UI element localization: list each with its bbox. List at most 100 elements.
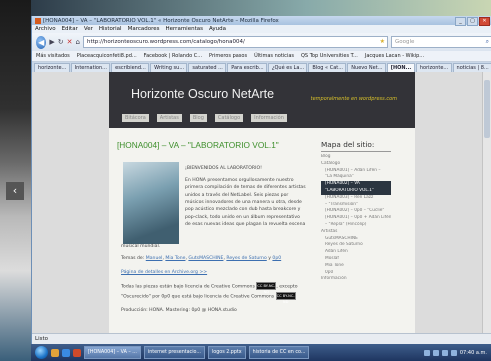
artist-link[interactable]: Manuel <box>146 256 163 261</box>
taskbar-buttons: [HONA004] – VA – ... internet presentacio… <box>84 346 310 359</box>
sidebar-item[interactable]: Mia Tone <box>321 263 391 270</box>
site-nav-informacion[interactable]: Información <box>251 114 287 122</box>
bookmark-item[interactable]: Jacques Lacan - Wikip... <box>365 53 424 59</box>
clock[interactable]: 07:40 a.m. <box>460 350 487 356</box>
bookmark-item[interactable]: Placeacquiconfeti8.pd... <box>77 53 137 59</box>
post-title[interactable]: [HONA004] – VA – "LABORATORIO VOL.1" <box>117 140 307 150</box>
bookmark-item[interactable]: Primeros pasos <box>209 53 247 59</box>
taskbar-button[interactable]: logos 2.pptx <box>207 346 246 359</box>
post-welcome: ¡BIENVENIDOS AL LABORATORIO! <box>185 166 262 171</box>
volume-icon[interactable] <box>450 349 457 356</box>
sidebar-item[interactable]: Blog <box>321 154 391 161</box>
status-bar: Listo <box>32 333 491 344</box>
sidebar-item[interactable]: Reyes de Saturno <box>321 242 391 249</box>
license-text-1-end: , excepto <box>276 284 298 290</box>
navigation-toolbar: ◀ ▶ ↻ ✕ ⌂ http://horizonteoscuro.wordpre… <box>32 33 491 51</box>
tray-icon[interactable] <box>423 349 430 356</box>
bookmarks-toolbar: Más visitados Placeacquiconfeti8.pd... F… <box>32 51 491 62</box>
site-title[interactable]: Horizonte Oscuro NetArte <box>131 87 274 101</box>
sidebar-item[interactable]: Artistas <box>321 229 391 236</box>
site-nav: Bitácora Artistas Blog Catálogo Informac… <box>122 114 287 122</box>
sidebar-item[interactable]: – "Repla" (Hincólip) <box>321 222 391 229</box>
desktop-wallpaper-top <box>31 0 491 16</box>
maximize-button[interactable]: ▢ <box>467 17 478 26</box>
site-container: Horizonte Oscuro NetArte temporalmente e… <box>109 72 415 334</box>
sidebar-item[interactable]: Moslaf <box>321 256 391 263</box>
start-button[interactable] <box>35 346 48 359</box>
scrollbar-thumb[interactable] <box>484 80 490 138</box>
license-text-2: "Oscurecido" por 0p0 que está bajo licen… <box>121 294 275 300</box>
artist-link[interactable]: Reyes de Saturno <box>226 256 266 261</box>
site-nav-bitacora[interactable]: Bitácora <box>122 114 149 122</box>
artist-link[interactable]: Mia Tone <box>165 256 185 261</box>
sidebar-item[interactable]: [HONA001] – 0p0 + Adán Lifén <box>321 215 391 222</box>
sidebar: Mapa del sitio: Blog Catálogo [HONA001] – … <box>321 140 391 283</box>
address-bar[interactable]: http://horizonteoscuro.wordpress.com/cat… <box>83 36 388 48</box>
cc-license-badge[interactable]: CC BY-NC-ND <box>256 282 277 294</box>
bookmark-item[interactable]: Más visitados <box>36 53 70 59</box>
site-nav-catalogo[interactable]: Catálogo <box>214 114 244 122</box>
sidebar-item[interactable]: [HONA001] – Adán Lifén – <box>321 168 391 175</box>
artist-link[interactable]: 0p0 <box>272 256 281 261</box>
menu-herramientas[interactable]: Herramientas <box>166 26 203 32</box>
bookmark-star-icon[interactable]: ★ <box>380 37 385 47</box>
album-cover-image[interactable] <box>123 162 179 244</box>
network-icon[interactable] <box>441 349 448 356</box>
taskbar-button[interactable]: internet presentacio... <box>143 346 205 359</box>
sidebar-item[interactable]: [HONA002] – 0p0 – "Cuclie" <box>321 208 391 215</box>
window-titlebar: [HONA004] – VA – "LABORATORIO VOL.1" « H… <box>32 16 491 26</box>
tray-icon[interactable] <box>432 349 439 356</box>
sidebar-item[interactable]: "LABORATORIO VOL.1" <box>321 187 391 195</box>
quicklaunch-icon[interactable] <box>73 348 81 357</box>
sidebar-item[interactable]: [HONA003] – Ren Lazz <box>321 195 391 202</box>
system-tray: 07:40 a.m. <box>423 349 491 356</box>
sidebar-item[interactable]: Adán Lifén <box>321 249 391 256</box>
bookmark-item[interactable]: Últimas noticias <box>254 53 294 59</box>
menu-ver[interactable]: Ver <box>84 26 93 32</box>
menu-ayuda[interactable]: Ayuda <box>209 26 226 32</box>
menu-editar[interactable]: Editar <box>62 26 78 32</box>
site-nav-artistas[interactable]: Artistas <box>156 114 182 122</box>
sidebar-item[interactable]: 0p0 <box>321 270 391 277</box>
menu-marcadores[interactable]: Marcadores <box>128 26 160 32</box>
quicklaunch-icon[interactable] <box>62 348 70 357</box>
page-viewport: Horizonte Oscuro NetArte temporalmente e… <box>32 72 491 334</box>
sidebar-item[interactable]: Catálogo <box>321 161 391 168</box>
post-artists-label: Temas de: <box>121 256 146 261</box>
post: [HONA004] – VA – "LABORATORIO VOL.1" ¡BI… <box>117 140 307 313</box>
sidebar-item[interactable]: – "Transmisión" <box>321 202 391 209</box>
back-arrow-icon[interactable]: ◀ <box>36 35 47 49</box>
post-body: En HONA presentamos orgullosamente nuest… <box>185 178 306 228</box>
bookmark-item[interactable]: QS Top Universities T... <box>301 53 358 59</box>
reload-icon[interactable]: ↻ <box>58 38 64 46</box>
menu-historial[interactable]: Historial <box>99 26 122 32</box>
artist-link[interactable]: GutsMASCHINE <box>188 256 223 261</box>
menu-archivo[interactable]: Archivo <box>35 26 56 32</box>
vertical-scrollbar[interactable] <box>482 72 491 334</box>
post-license: Todas las piezas están bajo licencia de … <box>121 282 311 304</box>
archive-link[interactable]: Página de detalles en Archive.org >> <box>121 270 207 275</box>
taskbar-button[interactable]: [HONA004] – VA – ... <box>84 346 141 359</box>
sidebar-item[interactable]: GutsMASCHINE <box>321 236 391 243</box>
forward-arrow-icon[interactable]: ▶ <box>49 38 54 46</box>
firefox-icon <box>35 17 41 24</box>
cc-license-badge[interactable]: CC BY-NC-ND <box>275 292 296 304</box>
close-button[interactable]: ✕ <box>479 17 490 26</box>
sidebar-item[interactable]: [HONA002] – VA <box>321 181 391 188</box>
stop-icon[interactable]: ✕ <box>67 38 73 46</box>
taskbar: [HONA004] – VA – ... internet presentacio… <box>31 344 491 361</box>
quicklaunch-icon[interactable] <box>51 348 59 357</box>
minimize-button[interactable]: _ <box>455 17 466 26</box>
sidebar-item[interactable]: Información <box>321 276 391 283</box>
site-subtitle: temporalmente en wordpress.com <box>310 96 397 102</box>
sidebar-item[interactable]: "La Máquina" <box>321 174 391 181</box>
sidebar-list: Blog Catálogo [HONA001] – Adán Lifén – "La … <box>321 154 391 283</box>
site-header: Horizonte Oscuro NetArte temporalmente e… <box>109 72 415 128</box>
bookmark-item[interactable]: Facebook | Rolando C... <box>144 53 202 59</box>
taskbar-button[interactable]: historia de CC en co... <box>248 346 310 359</box>
chevron-left-icon[interactable]: ‹ <box>6 182 24 200</box>
search-input[interactable]: Google ⌕ <box>391 36 491 48</box>
home-icon[interactable]: ⌂ <box>76 38 80 46</box>
search-icon[interactable]: ⌕ <box>486 37 489 47</box>
site-nav-blog[interactable]: Blog <box>189 114 207 122</box>
